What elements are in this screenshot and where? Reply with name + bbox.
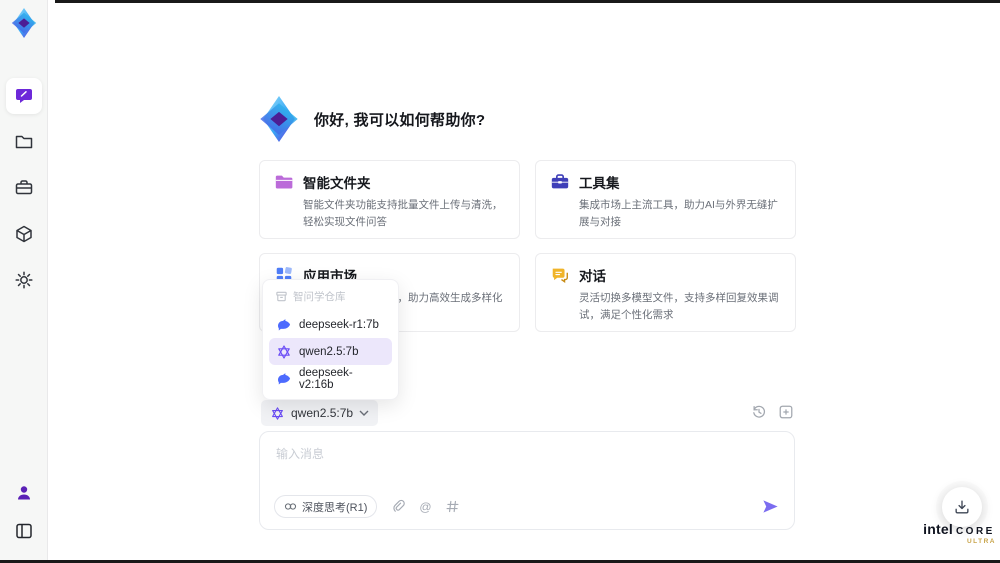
deepseek-icon [278, 319, 291, 330]
toolbox-icon [15, 180, 32, 195]
deep-think-toggle[interactable]: 深度思考(R1) [274, 495, 378, 518]
card-desc: 智能文件夹功能支持批量文件上传与清洗，轻松实现文件问答 [303, 199, 503, 228]
sidebar-item-profile[interactable] [9, 480, 39, 506]
card-title: 智能文件夹 [303, 176, 371, 191]
user-icon [17, 486, 30, 500]
menu-item-qwen[interactable]: qwen2.5:7b [269, 338, 392, 365]
chevron-down-icon [359, 410, 369, 416]
menu-item-label: qwen2.5:7b [299, 345, 359, 358]
menu-item-label: deepseek-r1:7b [299, 318, 379, 331]
smart-folder-icon [275, 175, 293, 189]
app-logo-icon [11, 8, 36, 38]
plus-box-icon[interactable] [778, 404, 794, 420]
card-head: 智能文件夹 [274, 172, 505, 192]
folder-icon [15, 135, 32, 149]
panel-icon [15, 523, 32, 539]
card-head: 工具集 [550, 172, 781, 192]
at-icon[interactable]: @ [419, 500, 431, 514]
greeting: 你好, 我可以如何帮助你? [256, 96, 485, 142]
sidebar-item-folders[interactable] [6, 124, 42, 160]
card-desc: 灵活切换多模型文件，支持多样回复效果调试，满足个性化需求 [579, 292, 779, 321]
grid-icon[interactable] [445, 499, 460, 514]
deep-think-icon [284, 503, 297, 510]
core-wordmark: core [955, 526, 995, 537]
card-desc: 集成市场上主流工具，助力AI与外界无缝扩展与对接 [579, 199, 778, 228]
paperclip-icon[interactable] [391, 499, 406, 514]
composer: 输入消息 深度思考(R1) @ [259, 431, 795, 530]
composer-toolbar: 深度思考(R1) @ [274, 495, 780, 518]
card-title: 对话 [579, 269, 606, 284]
model-menu-header: 智问学仓库 [269, 287, 392, 311]
card-smart-folder[interactable]: 智能文件夹 智能文件夹功能支持批量文件上传与清洗，轻松实现文件问答 [259, 160, 520, 239]
sidebar-item-collapse[interactable] [9, 518, 39, 544]
qwen-icon [278, 344, 290, 359]
cube-icon [15, 225, 32, 243]
sidebar [0, 0, 48, 560]
model-dropdown-menu: 智问学仓库 deepseek-r1:7b qwen2.5:7b deepseek… [262, 279, 399, 400]
sidebar-item-models[interactable] [6, 216, 42, 252]
menu-item-deepseek-r1[interactable]: deepseek-r1:7b [269, 311, 392, 338]
model-selector[interactable]: qwen2.5:7b [261, 400, 379, 426]
gear-icon [14, 271, 33, 289]
chat-bubble-icon [15, 89, 32, 103]
window-top-border [55, 0, 1000, 3]
download-icon [955, 500, 969, 514]
sidebar-item-chat[interactable] [5, 78, 42, 114]
send-icon[interactable] [761, 497, 780, 516]
card-toolset[interactable]: 工具集 集成市场上主流工具，助力AI与外界无缝扩展与对接 [535, 160, 796, 239]
sidebar-item-toolbox[interactable] [6, 170, 42, 206]
sidebar-nav [5, 78, 42, 308]
conversation-actions [751, 404, 794, 420]
toolbox-filled-icon [551, 174, 569, 189]
composer-icons: @ [391, 499, 459, 514]
ultra-badge: ULTRA [966, 538, 996, 545]
intel-core-logo: intel core ULTRA [922, 521, 996, 545]
history-icon[interactable] [751, 404, 767, 420]
intel-wordmark: intel [923, 521, 953, 537]
dialog-icon [552, 268, 568, 284]
app-logo-icon [260, 96, 298, 142]
card-head: 对话 [550, 265, 781, 285]
model-menu-header-label: 智问学仓库 [293, 291, 346, 303]
card-title: 工具集 [579, 176, 620, 191]
deepseek-icon [278, 373, 291, 384]
model-selector-value: qwen2.5:7b [291, 406, 354, 420]
intel-logo-text: intel core [922, 521, 996, 537]
qwen-icon [272, 406, 283, 420]
sidebar-item-settings[interactable] [6, 262, 42, 298]
menu-item-label: deepseek-v2:16b [299, 366, 353, 391]
message-input[interactable]: 输入消息 [260, 432, 794, 475]
repo-icon [276, 291, 287, 302]
card-dialog[interactable]: 对话 灵活切换多模型文件，支持多样回复效果调试，满足个性化需求 [535, 253, 796, 332]
greeting-text: 你好, 我可以如何帮助你? [314, 111, 486, 129]
menu-item-deepseek-v2[interactable]: deepseek-v2:16b [269, 365, 392, 392]
sidebar-footer [9, 480, 39, 544]
deep-think-label: 深度思考(R1) [302, 501, 368, 514]
